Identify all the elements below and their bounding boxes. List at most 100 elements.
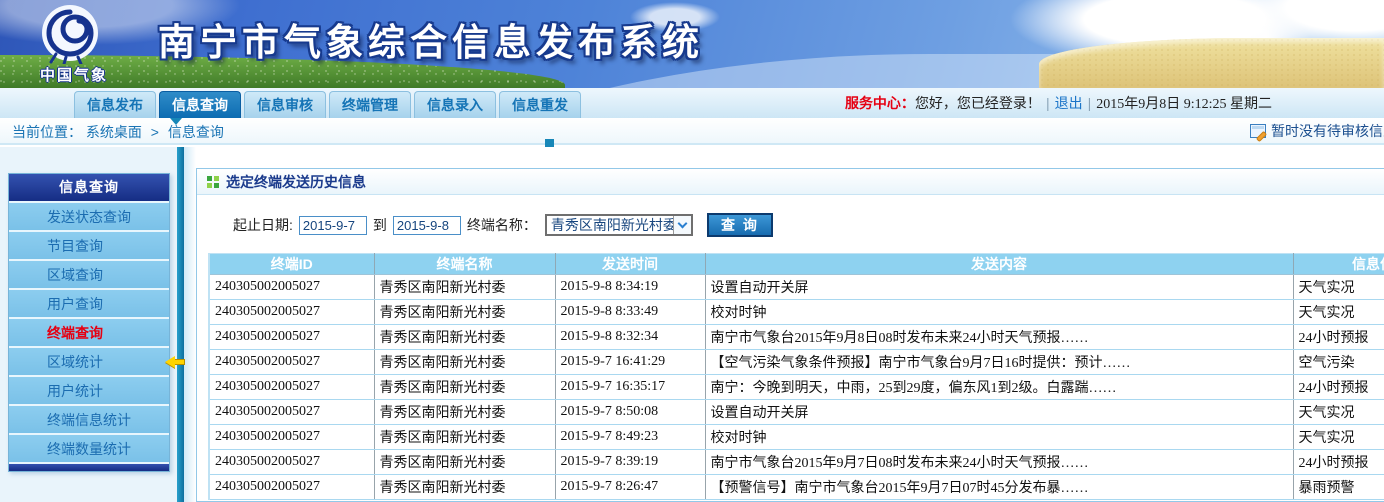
sidebar-item-region-query[interactable]: 区域查询 bbox=[9, 259, 169, 288]
terminal-select[interactable]: 青秀区南阳新光村委 bbox=[545, 214, 693, 236]
cell-send-time: 2015-9-7 8:50:08 bbox=[555, 400, 705, 425]
tab-info-entry[interactable]: 信息录入 bbox=[414, 91, 496, 118]
table-row: 240305002005027 青秀区南阳新光村委 2015-9-7 16:35… bbox=[209, 375, 1384, 400]
cell-send-content: 【预警信号】南宁市气象台2015年9月7日07时45分发布暴…… bbox=[705, 475, 1293, 500]
cell-terminal-id: 240305002005027 bbox=[209, 375, 374, 400]
tab-terminal-manage[interactable]: 终端管理 bbox=[329, 91, 411, 118]
cell-terminal-name: 青秀区南阳新光村委 bbox=[374, 300, 555, 325]
cell-info-category: 24小时预报 bbox=[1293, 325, 1384, 350]
sidebar-item-region-stats[interactable]: 区域统计 bbox=[9, 346, 169, 375]
cell-send-content: 【空气污染气象条件预报】南宁市气象台9月7日16时提供：预计…… bbox=[705, 350, 1293, 375]
header-banner: 中国气象 南宁市气象综合信息发布系统 bbox=[0, 0, 1384, 88]
logout-link[interactable]: 退出 bbox=[1055, 95, 1083, 111]
sidebar-item-send-status-query[interactable]: 发送状态查询 bbox=[9, 201, 169, 230]
cell-terminal-name: 青秀区南阳新光村委 bbox=[374, 350, 555, 375]
tab-info-resend[interactable]: 信息重发 bbox=[499, 91, 581, 118]
logo-caption: 中国气象 bbox=[28, 64, 120, 85]
table-header-row: 终端ID 终端名称 发送时间 发送内容 信息位 bbox=[209, 254, 1384, 275]
cell-terminal-id: 240305002005027 bbox=[209, 350, 374, 375]
cell-info-category: 24小时预报 bbox=[1293, 450, 1384, 475]
history-table: 终端ID 终端名称 发送时间 发送内容 信息位 240305002005027 … bbox=[208, 253, 1384, 500]
history-panel: 选定终端发送历史信息 起止日期: 到 终端名称： 青秀区南阳新光村委 查 询 终… bbox=[196, 168, 1384, 502]
query-button[interactable]: 查 询 bbox=[707, 213, 773, 237]
cell-send-content: 南宁市气象台2015年9月7日08时发布未来24小时天气预报…… bbox=[705, 450, 1293, 475]
cma-logo: 中国气象 bbox=[20, 2, 120, 88]
sidebar-item-user-query[interactable]: 用户查询 bbox=[9, 288, 169, 317]
cell-terminal-id: 240305002005027 bbox=[209, 475, 374, 500]
cell-info-category: 天气实况 bbox=[1293, 300, 1384, 325]
collapse-sidebar-arrow-icon[interactable] bbox=[165, 356, 175, 368]
separator: | bbox=[1088, 95, 1092, 111]
col-send-content: 发送内容 bbox=[705, 254, 1293, 275]
breadcrumb-label: 当前位置： bbox=[12, 124, 82, 140]
breadcrumb-separator: > bbox=[151, 124, 159, 140]
cell-terminal-name: 青秀区南阳新光村委 bbox=[374, 450, 555, 475]
sidebar-splitter[interactable] bbox=[177, 147, 184, 502]
cell-terminal-name: 青秀区南阳新光村委 bbox=[374, 325, 555, 350]
sidebar-item-terminal-query[interactable]: 终端查询 bbox=[9, 317, 169, 346]
collapse-sidebar-arrow-tail[interactable] bbox=[175, 359, 185, 365]
cell-terminal-id: 240305002005027 bbox=[209, 400, 374, 425]
cell-send-content: 设置自动开关屏 bbox=[705, 275, 1293, 300]
tab-info-query[interactable]: 信息查询 bbox=[159, 91, 241, 118]
page-title: 南宁市气象综合信息发布系统 bbox=[158, 12, 704, 66]
main-navbar: 信息发布 信息查询 信息审核 终端管理 信息录入 信息重发 服务中心：您好，您已… bbox=[0, 88, 1384, 118]
cell-send-time: 2015-9-7 16:41:29 bbox=[555, 350, 705, 375]
sidebar-item-program-query[interactable]: 节目查询 bbox=[9, 230, 169, 259]
chevron-down-icon[interactable] bbox=[673, 216, 691, 234]
separator: | bbox=[1046, 95, 1050, 111]
note-pencil-icon bbox=[1250, 124, 1266, 138]
table-row: 240305002005027 青秀区南阳新光村委 2015-9-7 8:50:… bbox=[209, 400, 1384, 425]
audit-notice-text: 暂时没有待审核信息 bbox=[1271, 121, 1384, 141]
query-form: 起止日期: 到 终端名称： 青秀区南阳新光村委 查 询 bbox=[233, 213, 773, 237]
cell-send-content: 校对时钟 bbox=[705, 425, 1293, 450]
cell-terminal-id: 240305002005027 bbox=[209, 275, 374, 300]
cell-send-time: 2015-9-7 8:26:47 bbox=[555, 475, 705, 500]
cell-send-content: 设置自动开关屏 bbox=[705, 400, 1293, 425]
splitter-shadow-decoration bbox=[184, 147, 196, 502]
terminal-select-value: 青秀区南阳新光村委 bbox=[547, 216, 673, 234]
cell-send-content: 校对时钟 bbox=[705, 300, 1293, 325]
panel-title: 选定终端发送历史信息 bbox=[226, 172, 366, 192]
audit-notice: 暂时没有待审核信息 bbox=[1250, 121, 1384, 141]
tab-info-audit[interactable]: 信息审核 bbox=[244, 91, 326, 118]
sidebar-item-terminal-info-stats[interactable]: 终端信息统计 bbox=[9, 404, 169, 433]
cell-info-category: 暴雨预警 bbox=[1293, 475, 1384, 500]
cell-terminal-id: 240305002005027 bbox=[209, 450, 374, 475]
cell-terminal-id: 240305002005027 bbox=[209, 325, 374, 350]
col-info-category: 信息位 bbox=[1293, 254, 1384, 275]
cell-info-category: 空气污染 bbox=[1293, 350, 1384, 375]
table-row: 240305002005027 青秀区南阳新光村委 2015-9-8 8:32:… bbox=[209, 325, 1384, 350]
cell-terminal-name: 青秀区南阳新光村委 bbox=[374, 425, 555, 450]
cma-spiral-logo-icon bbox=[20, 2, 120, 64]
cell-info-category: 天气实况 bbox=[1293, 400, 1384, 425]
cell-info-category: 天气实况 bbox=[1293, 425, 1384, 450]
date-from-input[interactable] bbox=[299, 216, 367, 235]
table-row: 240305002005027 青秀区南阳新光村委 2015-9-7 8:49:… bbox=[209, 425, 1384, 450]
cell-terminal-id: 240305002005027 bbox=[209, 300, 374, 325]
history-table-wrap: 终端ID 终端名称 发送时间 发送内容 信息位 240305002005027 … bbox=[208, 253, 1384, 500]
date-range-label: 起止日期: bbox=[233, 215, 293, 235]
nav-tabs: 信息发布 信息查询 信息审核 终端管理 信息录入 信息重发 bbox=[74, 91, 581, 118]
to-label: 到 bbox=[373, 215, 387, 235]
sidebar-item-terminal-count-stats[interactable]: 终端数量统计 bbox=[9, 433, 169, 462]
cell-send-time: 2015-9-8 8:34:19 bbox=[555, 275, 705, 300]
grid-icon bbox=[207, 176, 219, 188]
breadcrumb-item-info-query[interactable]: 信息查询 bbox=[168, 124, 224, 140]
terminal-name-label: 终端名称： bbox=[467, 215, 537, 235]
cell-terminal-name: 青秀区南阳新光村委 bbox=[374, 375, 555, 400]
col-send-time: 发送时间 bbox=[555, 254, 705, 275]
sidebar-item-user-stats[interactable]: 用户统计 bbox=[9, 375, 169, 404]
date-to-input[interactable] bbox=[393, 216, 461, 235]
panel-header: 选定终端发送历史信息 bbox=[197, 169, 1384, 195]
cell-send-time: 2015-9-7 8:39:19 bbox=[555, 450, 705, 475]
breadcrumb-item-desktop[interactable]: 系统桌面 bbox=[86, 124, 142, 140]
col-terminal-id: 终端ID bbox=[209, 254, 374, 275]
tab-info-publish[interactable]: 信息发布 bbox=[74, 91, 156, 118]
table-row: 240305002005027 青秀区南阳新光村委 2015-9-8 8:33:… bbox=[209, 300, 1384, 325]
table-row: 240305002005027 青秀区南阳新光村委 2015-9-8 8:34:… bbox=[209, 275, 1384, 300]
table-row: 240305002005027 青秀区南阳新光村委 2015-9-7 8:26:… bbox=[209, 475, 1384, 500]
current-datetime: 2015年9月8日 9:12:25 星期二 bbox=[1096, 97, 1272, 112]
service-center-bar: 服务中心：您好，您已经登录！|退出|2015年9月8日 9:12:25 星期二 bbox=[845, 88, 1272, 118]
cell-terminal-id: 240305002005027 bbox=[209, 425, 374, 450]
